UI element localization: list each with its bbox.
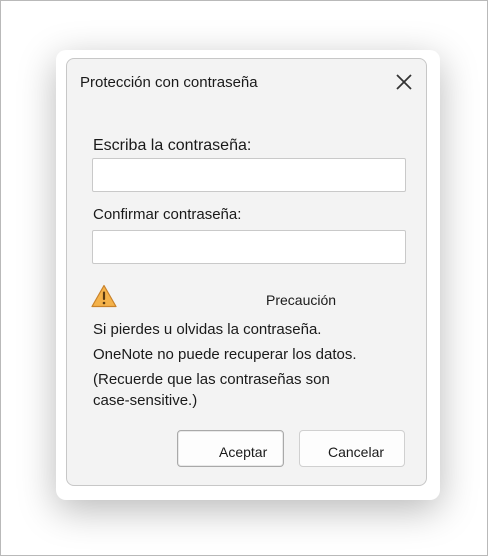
warning-text-line: OneNote no puede recuperar los datos. xyxy=(93,346,357,363)
cancel-button[interactable]: Cancelar xyxy=(299,430,405,467)
password-label: Escriba la contraseña: xyxy=(93,137,252,154)
warning-text-line: (Recuerde que las contraseñas son xyxy=(93,371,330,388)
accept-button[interactable]: Aceptar xyxy=(177,430,284,467)
dialog-title: Protección con contraseña xyxy=(80,74,258,91)
warning-text-line: case-sensitive.) xyxy=(93,392,198,409)
warning-text-line: Si pierdes u olvidas la contraseña. xyxy=(93,321,322,338)
close-icon[interactable] xyxy=(395,73,413,91)
password-input[interactable] xyxy=(92,158,406,192)
confirm-password-input[interactable] xyxy=(92,230,406,264)
warning-title: Precaución xyxy=(266,292,337,308)
cancel-button-label: Cancelar xyxy=(328,444,385,460)
password-protection-dialog: Protección con contraseña Escriba la con… xyxy=(66,58,427,486)
accept-button-label: Aceptar xyxy=(219,444,268,460)
warning-icon xyxy=(91,284,117,308)
confirm-password-label: Confirmar contraseña: xyxy=(93,206,242,223)
